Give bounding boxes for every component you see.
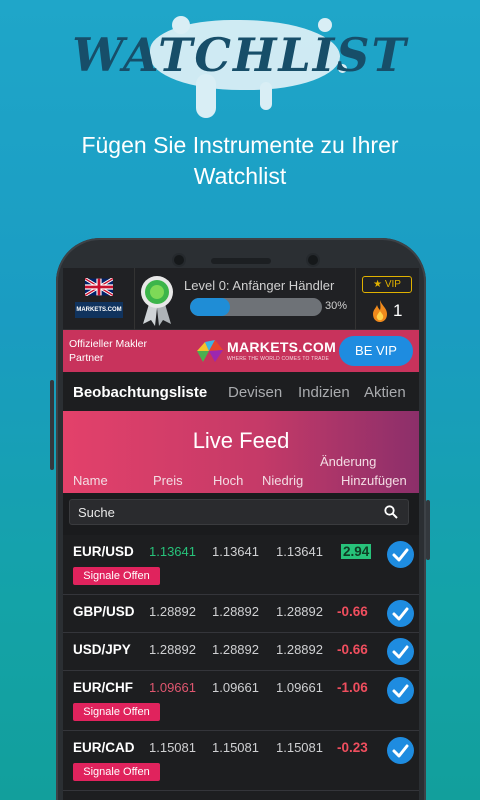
phone-speaker [211,258,271,264]
instrument-symbol: EUR/USD [73,544,134,559]
high-value: 1.28892 [212,642,259,657]
low-value: 1.13641 [276,544,323,559]
signals-open-button[interactable]: Signale Offen [73,763,160,781]
table-row[interactable]: GBP/USD 1.28892 1.28892 1.28892 -0.66 [63,595,419,633]
markets-tagline: WHERE THE WORLD COMES TO TRADE [227,356,330,362]
phone-camera [308,255,318,265]
promo-subtitle-line1: Fügen Sie Instrumente zu Ihrer [81,132,399,158]
check-icon [392,607,409,621]
change-value: -0.66 [337,642,368,657]
promo-title: WATCHLIST [72,28,408,82]
paint-drip [260,82,272,110]
level-progress-fill [190,298,230,316]
column-high[interactable]: Hoch [213,473,243,488]
change-value: -0.23 [337,740,368,755]
signals-open-button[interactable]: Signale Offen [73,703,160,721]
low-value: 1.28892 [276,642,323,657]
table-row[interactable]: EUR/CHF 1.09661 1.09661 1.09661 -1.06 Signale… [63,671,419,731]
search-placeholder: Suche [78,505,115,520]
search-input[interactable]: Suche [69,499,409,525]
column-add[interactable]: Hinzufügen [341,473,407,488]
phone-side-button [426,500,430,560]
column-change[interactable]: Änderung [320,454,376,469]
phone-side-button [50,380,54,470]
level-text: Level 0: Anfänger Händler [184,278,335,293]
column-name[interactable]: Name [73,473,108,488]
table-row[interactable]: EUR/CAD 1.15081 1.15081 1.15081 -0.23 Signale… [63,731,419,791]
watchlist-check-button[interactable] [387,737,414,764]
check-icon [392,645,409,659]
level-progress-label: 30% [325,300,348,312]
tab-beobachtungsliste[interactable]: Beobachtungsliste [73,384,207,401]
live-feed-header: Live Feed Name Preis Hoch Niedrig Änderu… [63,411,419,493]
uk-flag-icon[interactable] [85,278,113,296]
high-value: 1.28892 [212,604,259,619]
table-row[interactable]: EUR/USD 1.13641 1.13641 1.13641 2.94 Signale … [63,535,419,595]
change-value: -0.66 [337,604,368,619]
tab-indizien[interactable]: Indizien [298,384,350,401]
vip-tag[interactable]: ★ VIP [362,276,412,293]
column-price[interactable]: Preis [153,473,183,488]
level-badge-icon [141,276,173,326]
tab-devisen[interactable]: Devisen [228,384,282,401]
high-value: 1.15081 [212,740,259,755]
change-value: 2.94 [341,544,372,559]
partner-banner[interactable]: Offizieller Makler Partner MARKETS.COM W… [63,330,419,372]
category-tabs: Beobachtungsliste Devisen Indizien Aktie… [63,372,419,410]
check-icon [392,744,409,758]
instrument-symbol: GBP/USD [73,604,135,619]
flame-icon [373,300,387,322]
price-value: 1.28892 [149,642,196,657]
instrument-list: EUR/USD 1.13641 1.13641 1.13641 2.94 Signale … [63,535,419,791]
be-vip-button[interactable]: BE VIP [339,336,413,366]
watchlist-check-button[interactable] [387,677,414,704]
streak-count: 1 [393,301,403,320]
live-feed-title: Live Feed [192,428,290,453]
check-icon [392,548,409,562]
markets-logo-icon [197,340,223,362]
table-row[interactable]: USD/JPY 1.28892 1.28892 1.28892 -0.66 [63,633,419,671]
watchlist-check-button[interactable] [387,541,414,568]
star-icon: ★ [373,279,383,290]
price-value: 1.13641 [149,544,196,559]
tab-aktien[interactable]: Aktien [364,384,406,401]
low-value: 1.28892 [276,604,323,619]
vip-tag-label: VIP [384,279,401,290]
change-value: -1.06 [337,680,368,695]
price-value: 1.15081 [149,740,196,755]
watchlist-check-button[interactable] [387,638,414,665]
partner-banner-text: Offizieller Makler Partner [69,338,147,364]
column-low[interactable]: Niedrig [262,473,303,488]
signals-open-button[interactable]: Signale Offen [73,567,160,585]
high-value: 1.13641 [212,544,259,559]
promo-subtitle-line2: Watchlist [193,163,287,189]
instrument-symbol: USD/JPY [73,642,131,657]
language-selector[interactable]: MARKETS.COM [63,268,135,330]
watchlist-check-button[interactable] [387,600,414,627]
search-area: Suche [63,493,419,535]
search-icon[interactable] [384,505,398,519]
phone-camera [174,255,184,265]
level-progress-bar [190,298,322,316]
price-value: 1.09661 [149,680,196,695]
brand-mini-logo: MARKETS.COM [75,302,123,318]
check-icon [392,684,409,698]
price-value: 1.28892 [149,604,196,619]
vip-status[interactable]: ★ VIP 1 [355,268,419,330]
markets-brand-name: MARKETS.COM [227,339,337,355]
app-header: MARKETS.COM Level 0: Anfänger Händler 30… [63,268,419,330]
promo-subtitle: Fügen Sie Instrumente zu Ihrer Watchlist [0,130,480,192]
instrument-symbol: EUR/CAD [73,740,135,755]
app-screen: MARKETS.COM Level 0: Anfänger Händler 30… [63,268,419,800]
instrument-symbol: EUR/CHF [73,680,133,695]
low-value: 1.15081 [276,740,323,755]
high-value: 1.09661 [212,680,259,695]
low-value: 1.09661 [276,680,323,695]
